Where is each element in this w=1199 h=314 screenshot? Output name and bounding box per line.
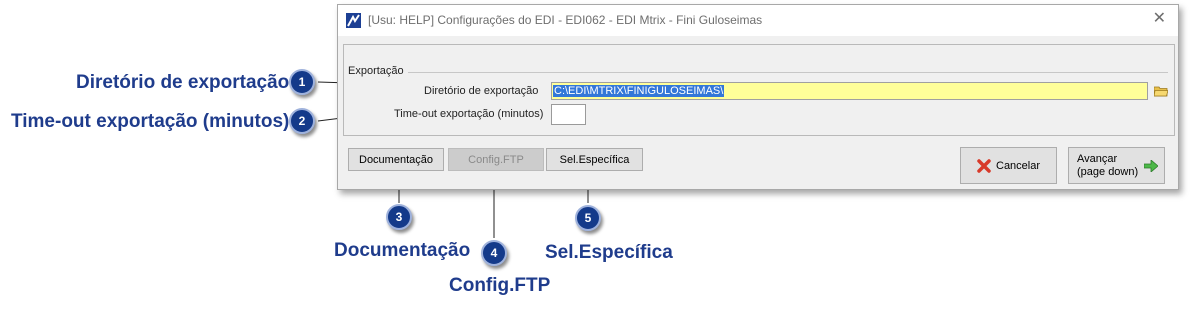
callout-label-1: Diretório de exportação [76,72,290,93]
documentacao-button[interactable]: Documentação [348,148,444,171]
sel-especifica-button[interactable]: Sel.Específica [546,148,643,171]
callout-badge-2: 2 [289,108,315,134]
timeout-label: Time-out exportação (minutos) [394,108,544,120]
callout-badge-5: 5 [575,205,601,231]
export-dir-value: C:\EDI\MTRIX\FINIGULOSEIMAS\ [553,85,725,97]
group-divider [408,72,1168,73]
callout-badge-3: 3 [386,204,412,230]
avancar-label-line2: (page down) [1077,165,1139,178]
app-icon [346,13,361,28]
callout-badge-4: 4 [481,240,507,266]
callout-label-5: Sel.Específica [545,242,673,263]
export-group-panel: Exportação Diretório de exportação C:\ED… [343,44,1175,136]
callout-label-4: Config.FTP [449,275,551,296]
config-ftp-button[interactable]: Config.FTP [448,148,544,171]
export-dir-input[interactable]: C:\EDI\MTRIX\FINIGULOSEIMAS\ [551,82,1148,100]
cancel-x-icon [977,159,991,173]
close-icon[interactable]: ✕ [1153,11,1166,27]
cancelar-label: Cancelar [996,159,1041,172]
title-bar[interactable]: [Usu: HELP] Configurações do EDI - EDI06… [338,5,1178,36]
callout-label-3: Documentação [334,240,471,261]
export-dir-label: Diretório de exportação [424,85,539,97]
cancelar-button[interactable]: Cancelar [960,147,1057,184]
callout-badge-1: 1 [289,69,315,95]
callout-label-2: Time-out exportação (minutos) [11,111,290,132]
avancar-label-line1: Avançar [1077,152,1118,165]
avancar-label: Avançar (page down) [1077,153,1138,179]
group-label-exportacao: Exportação [348,65,404,77]
arrow-right-icon [1144,159,1159,172]
window-title: [Usu: HELP] Configurações do EDI - EDI06… [368,13,763,27]
avancar-button[interactable]: Avançar (page down) [1068,147,1165,184]
edi-config-dialog: [Usu: HELP] Configurações do EDI - EDI06… [337,4,1179,190]
timeout-input[interactable] [551,104,586,125]
folder-icon[interactable] [1154,85,1168,97]
